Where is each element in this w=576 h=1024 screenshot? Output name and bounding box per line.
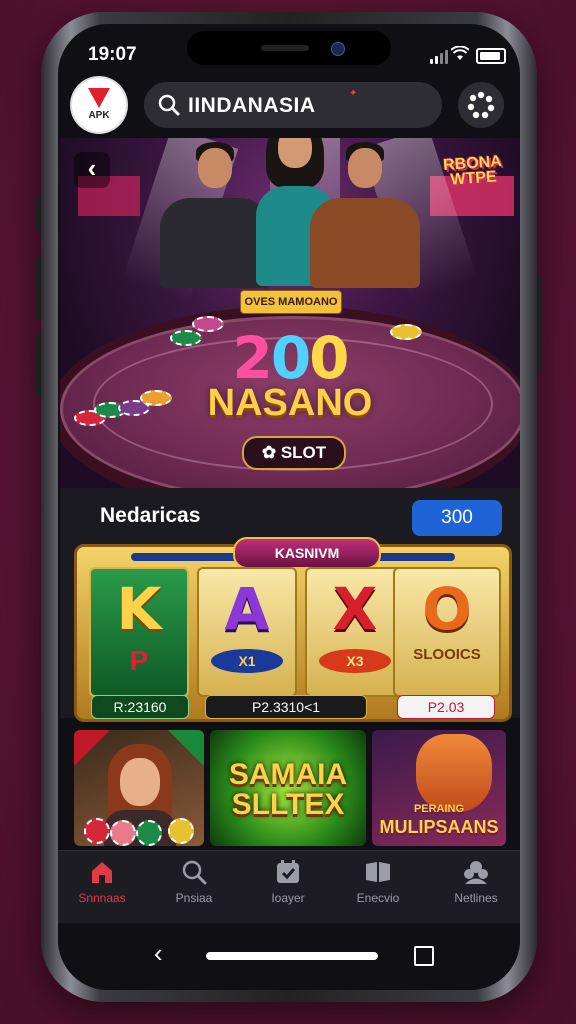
phone-screen: 19:07 APK IINDANASIA ✦ ‹ RBONA WTPE OVES… [58, 24, 520, 990]
book-icon [365, 859, 391, 885]
slot-button[interactable]: ✿ SLOT [242, 436, 346, 470]
face-shape [120, 758, 160, 806]
reel-1: K P [89, 567, 189, 697]
home-icon [89, 859, 115, 885]
chip-icon [110, 820, 136, 846]
bottom-nav: Snnnaas Pnsiaa Ioayer Enecvio Netlines [58, 850, 520, 923]
thumb-title: SAMAIA SLLTEX [228, 758, 348, 821]
clover-icon: ✿ [261, 443, 277, 462]
nav-item-home[interactable]: Snnnaas [62, 859, 142, 905]
dealer-right [310, 138, 420, 288]
reel-1-value: R:23160 [91, 695, 189, 719]
bonus-logo: RBONA WTPE [442, 152, 503, 189]
wifi-icon [450, 45, 470, 62]
dynamic-island [187, 31, 391, 65]
table-sign: OVES MAMOANO [240, 290, 342, 314]
game-thumb-multipliers[interactable]: PERAING MULIPSAANS [372, 730, 506, 846]
menu-button[interactable] [458, 82, 504, 128]
app-header: APK IINDANASIA ✦ [58, 76, 520, 138]
nav-item-lines[interactable]: Netlines [436, 859, 516, 905]
featured-section: Nedaricas 300 KASNIVM K P A X1 X X3 O SL… [60, 488, 520, 722]
chip-icon [84, 818, 110, 844]
battery-icon [476, 48, 506, 64]
status-bar: 19:07 [58, 24, 520, 74]
system-back-icon[interactable]: ‹ [154, 938, 163, 969]
nav-item-search[interactable]: Pnsiaa [154, 859, 234, 905]
machine-tab[interactable]: KASNIVM [233, 537, 381, 569]
hero-title: NASANO [207, 382, 373, 424]
reel-4: O SLOOICS [393, 567, 501, 697]
nav-label: Snnnaas [78, 891, 126, 905]
front-camera [331, 42, 345, 56]
ribbon-left [74, 730, 110, 766]
dots-circle-icon [467, 91, 495, 119]
recents-icon[interactable] [414, 946, 434, 966]
slot-machine[interactable]: KASNIVM K P A X1 X X3 O SLOOICS R:23160 … [74, 537, 512, 722]
search-text: IINDANASIA [188, 94, 316, 117]
nav-label: Pnsiaa [175, 891, 213, 905]
nav-item-player[interactable]: Ioayer [248, 859, 328, 905]
nav-label: Ioayer [271, 891, 305, 905]
calendar-icon [275, 859, 301, 885]
back-button[interactable]: ‹ [74, 152, 110, 188]
chip-icon [168, 818, 194, 844]
nav-item-service[interactable]: Enecvio [338, 859, 418, 905]
search-icon [158, 94, 180, 116]
slot-button-label: SLOT [280, 443, 327, 462]
apk-logo-button[interactable]: APK [72, 78, 126, 132]
nav-label: Netlines [454, 891, 498, 905]
status-time: 19:07 [88, 44, 137, 65]
nav-label: Enecvio [356, 891, 400, 905]
thumb-title: PERAING MULIPSAANS [379, 803, 499, 837]
people-icon [463, 859, 489, 885]
game-thumb-samaia[interactable]: SAMAIA SLLTEX [210, 730, 366, 846]
balance-badge[interactable]: 300 [412, 500, 502, 536]
reel-4-value: P2.03 [397, 695, 495, 719]
system-nav-bar: ‹ [58, 924, 520, 990]
play-logo-icon [88, 88, 110, 108]
signal-icon [430, 48, 448, 64]
reel-2-value: P2.3310<1 [205, 695, 367, 719]
reel-3: X X3 [305, 567, 405, 697]
search-icon [181, 859, 207, 885]
speaker-grille [261, 45, 309, 51]
game-thumb-dealer[interactable] [74, 730, 204, 846]
ribbon-right [168, 730, 204, 766]
hero-banner[interactable]: ‹ RBONA WTPE OVES MAMOANO 200 NASANO ✿ S… [60, 138, 520, 488]
sparkle-icon: ✦ [349, 88, 358, 99]
reel-2: A X1 [197, 567, 297, 697]
home-indicator[interactable] [206, 952, 378, 960]
search-bar[interactable]: IINDANASIA ✦ [144, 82, 442, 128]
chip-icon [136, 820, 162, 846]
section-title: Nedaricas [100, 504, 201, 527]
game-thumbnails: SAMAIA SLLTEX PERAING MULIPSAANS [58, 730, 520, 846]
apk-label: APK [88, 110, 110, 121]
